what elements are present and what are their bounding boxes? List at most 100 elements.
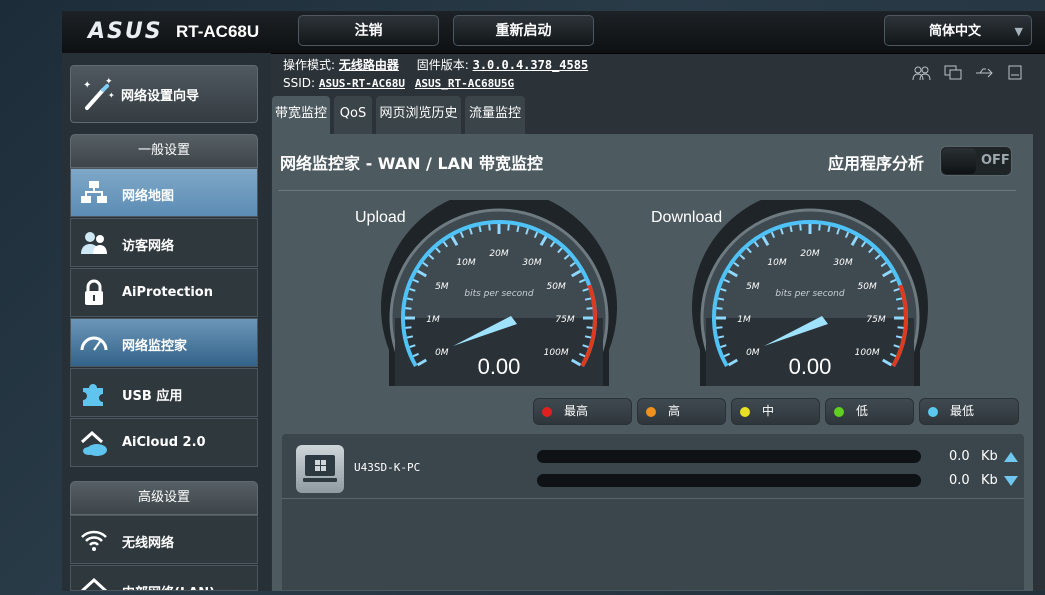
gauge-tick	[406, 335, 414, 339]
gauge-tick	[895, 335, 903, 339]
logout-button[interactable]: 注销	[298, 15, 439, 46]
gauge-tick-label: 5M	[435, 282, 449, 292]
gauge-tick-label: 30M	[522, 258, 541, 268]
usb-icon[interactable]	[974, 64, 994, 82]
sidebar-item-traffic-analyzer[interactable]: 网络监控家	[70, 318, 258, 367]
gauge-tick-label: 5M	[746, 282, 760, 292]
priority-label: 低	[856, 404, 869, 418]
gauge-tick	[895, 297, 903, 301]
tab-qos[interactable]: QoS	[334, 96, 372, 134]
sidebar-item-label: 无线网络	[122, 536, 175, 551]
puzzle-icon	[83, 384, 103, 406]
tab-web-history[interactable]: 网页浏览历史	[376, 96, 461, 134]
svg-text:✦: ✦	[83, 80, 91, 91]
gauge-tick	[586, 326, 593, 329]
priority-dot	[646, 407, 656, 417]
sidebar-item-wireless[interactable]: 无线网络	[70, 515, 258, 564]
client-download-unit: Kb	[981, 473, 998, 488]
gauge-tick	[584, 297, 592, 301]
gauge-tick-label: 75M	[866, 315, 885, 325]
gauge-tick-label: 20M	[489, 249, 508, 259]
sidebar: ✦ ✦ ✦ 网络设置向导 一般设置 网络地图 访客网络 AiProtection…	[62, 53, 271, 591]
gauge-tick	[799, 224, 802, 231]
download-arrow-icon	[1004, 476, 1018, 486]
computer-icon[interactable]	[296, 445, 344, 493]
gauge-tick-label: 0M	[435, 348, 449, 358]
printer-icon[interactable]	[1005, 64, 1025, 82]
sidebar-item-aiprotection[interactable]: AiProtection	[70, 268, 258, 317]
gauge-tick	[717, 297, 725, 301]
download-gauge: 0M 1M 5M 10M 20M 30M 50M 75M 100M bits per second…	[692, 200, 928, 386]
gauge-unit: bits per second	[464, 289, 533, 299]
reboot-button[interactable]: 重新启动	[453, 15, 594, 46]
gauge-tick-label: 30M	[833, 258, 852, 268]
gauge-tick	[478, 225, 482, 233]
tab-bandwidth-monitor[interactable]: 带宽监控	[272, 96, 330, 134]
priority-label: 中	[762, 404, 775, 418]
guest-network-icon	[81, 232, 107, 254]
gauge-tick	[405, 307, 412, 310]
gauge-tick-label: 20M	[800, 249, 819, 259]
gauge-unit: bits per second	[775, 289, 844, 299]
priority-highest: 最高	[533, 398, 632, 425]
sidebar-item-label: 访客网络	[122, 239, 175, 254]
svg-text:✦: ✦	[105, 77, 113, 87]
panel-title: 网络监控家 - WAN / LAN 带宽监控	[280, 154, 544, 173]
sidebar-item-label: 网络监控家	[122, 339, 188, 354]
ssid-24g[interactable]: ASUS-RT-AC68U	[319, 77, 405, 90]
home-icon	[80, 577, 108, 590]
sidebar-item-guest-network[interactable]: 访客网络	[70, 218, 258, 267]
gauge-tick	[716, 326, 723, 329]
sidebar-item-network-map[interactable]: 网络地图	[70, 168, 258, 217]
priority-dot	[542, 407, 552, 417]
app-analysis-toggle[interactable]: OFF	[940, 146, 1012, 176]
gauge-tick-label: 0M	[746, 348, 760, 358]
gauge-tick	[717, 335, 725, 339]
ssid-5g[interactable]: ASUS_RT-AC68U5G	[415, 77, 514, 90]
mode-value[interactable]: 无线路由器	[339, 58, 399, 72]
gauge-tick	[789, 225, 793, 233]
priority-label: 最低	[950, 404, 975, 418]
toggle-knob	[942, 148, 976, 174]
sidebar-item-usb-application[interactable]: USB 应用	[70, 368, 258, 417]
gauge-tick-label: 1M	[737, 315, 751, 325]
gauge-tick-label: 100M	[855, 348, 880, 358]
model-name: RT-AC68U	[176, 22, 260, 41]
devices-icon[interactable]	[943, 64, 963, 82]
download-bar	[537, 474, 921, 487]
gauge-tick	[405, 326, 412, 329]
sidebar-item-aicloud[interactable]: AiCloud 2.0	[70, 418, 258, 467]
client-download-value: 0.0	[949, 473, 970, 488]
language-select[interactable]: 简体中文 ▼	[884, 15, 1032, 46]
clients-icon[interactable]	[912, 64, 932, 82]
firmware-value[interactable]: 3.0.0.4.378_4585	[473, 58, 589, 72]
setup-wizard-button[interactable]: ✦ ✦ ✦ 网络设置向导	[70, 65, 258, 123]
tab-traffic-monitor[interactable]: 流量监控	[465, 96, 525, 134]
gauge-tick	[716, 307, 723, 310]
gauge-tick-label: 1M	[426, 315, 440, 325]
lock-icon	[85, 279, 103, 305]
sidebar-item-label: USB 应用	[122, 389, 183, 404]
speedometer-icon	[80, 336, 108, 351]
top-bar: ASUS RT-AC68U 注销 重新启动 简体中文 ▼	[62, 11, 1045, 54]
general-settings-header: 一般设置	[70, 134, 258, 168]
gauge-tick-label: 100M	[544, 348, 569, 358]
sidebar-item-label: AiProtection	[122, 285, 213, 300]
firmware-label: 固件版本:	[416, 58, 469, 72]
priority-dot	[740, 407, 750, 417]
client-name[interactable]: U43SD-K-PC	[354, 461, 420, 474]
advanced-settings-header: 高级设置	[70, 481, 258, 515]
priority-label: 最高	[564, 404, 589, 418]
gauge-tick-label: 50M	[547, 282, 566, 292]
gauge-tick	[897, 307, 904, 310]
sidebar-item-label: 内部网络(LAN)	[122, 582, 215, 590]
mode-label: 操作模式:	[283, 58, 336, 72]
priority-dot	[928, 407, 938, 417]
gauge-tick	[516, 225, 520, 233]
cloud-house-icon	[80, 430, 107, 456]
sidebar-item-lan[interactable]: 内部网络(LAN)	[70, 565, 258, 591]
wifi-icon	[81, 530, 107, 551]
gauge-tick	[584, 335, 592, 339]
priority-label: 高	[668, 404, 681, 418]
gauge-tick	[897, 326, 904, 329]
